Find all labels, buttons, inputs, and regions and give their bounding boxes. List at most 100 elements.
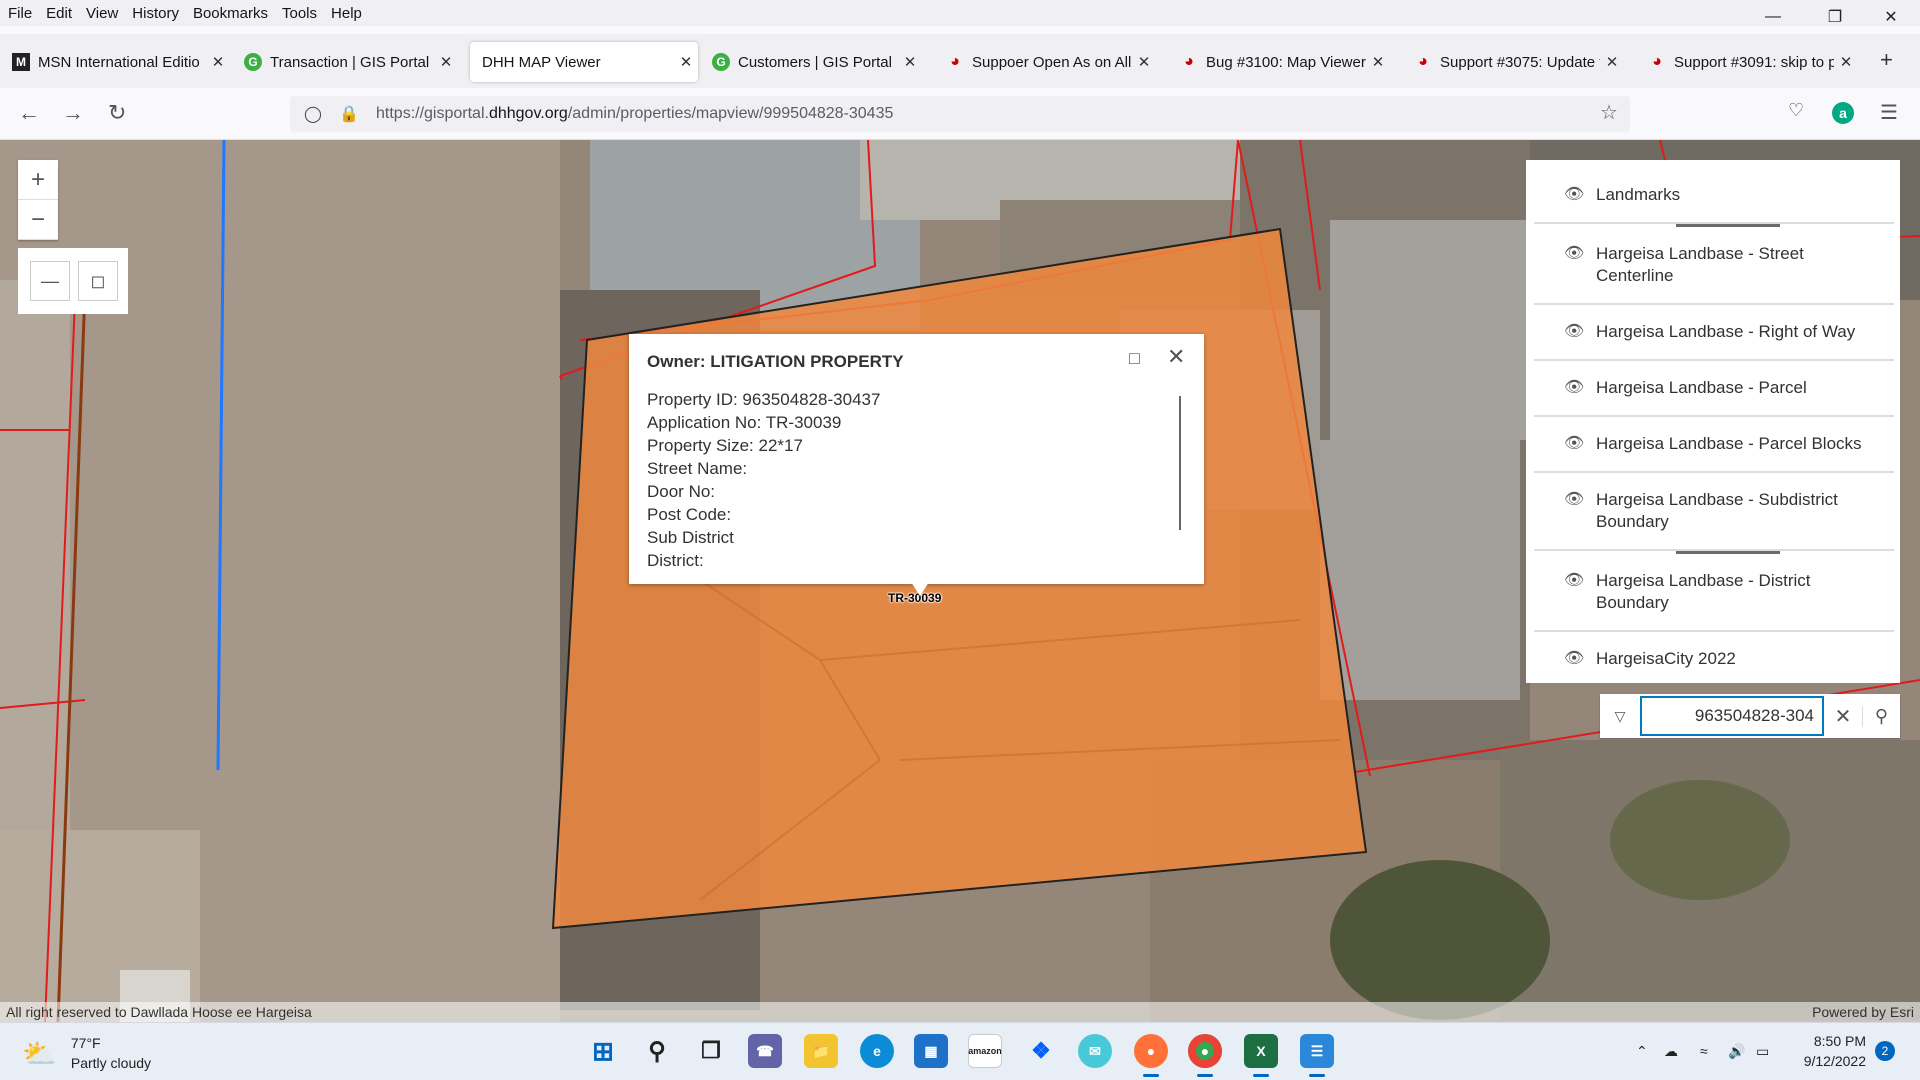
menu-file[interactable]: File <box>2 5 38 22</box>
new-tab-button[interactable]: + <box>1880 47 1893 73</box>
task-view-icon[interactable]: ❐ <box>694 1034 728 1068</box>
reload-icon[interactable]: ↻ <box>108 100 126 126</box>
clear-search-icon[interactable]: ✕ <box>1824 704 1862 729</box>
chrome-icon[interactable]: ● <box>1188 1034 1222 1077</box>
layer-item[interactable]: 👁 Hargeisa Landbase - Parcel <box>1534 361 1894 417</box>
edge-icon[interactable]: e <box>860 1034 894 1068</box>
menu-tools[interactable]: Tools <box>276 5 323 22</box>
partly-cloudy-icon: ⛅ <box>22 1037 57 1069</box>
eye-icon[interactable]: 👁 <box>1564 570 1584 592</box>
layer-item[interactable]: 👁 Hargeisa Landbase - Parcel Blocks <box>1534 417 1894 473</box>
powered-by-text[interactable]: Powered by Esri <box>1812 1004 1914 1020</box>
eye-icon[interactable]: 👁 <box>1564 648 1584 670</box>
menu-bookmarks[interactable]: Bookmarks <box>187 5 274 22</box>
taskbar: ⛅ 77°F Partly cloudy ⊞ ⚲ ❐ ☎ 📁 e ▦ amazo… <box>0 1022 1920 1080</box>
eye-icon[interactable]: 👁 <box>1564 321 1584 343</box>
tab-support-3075[interactable]: ◕ Support #3075: Update t ✕ <box>1402 42 1624 82</box>
close-tab-icon[interactable]: ✕ <box>674 53 698 71</box>
restore-button[interactable]: ❐ <box>1812 0 1858 34</box>
close-tab-icon[interactable]: ✕ <box>1834 53 1858 71</box>
layer-item[interactable]: 👁 Hargeisa Landbase - Street Centerline <box>1534 227 1894 305</box>
close-tab-icon[interactable]: ✕ <box>1132 53 1156 71</box>
menu-history[interactable]: History <box>126 5 185 22</box>
menu-edit[interactable]: Edit <box>40 5 78 22</box>
map-view[interactable]: + − — ◻ TR-30039 Owner: LITIGATION PROPE… <box>0 140 1920 1022</box>
layer-item[interactable]: 👁 HargeisaCity 2022 <box>1534 632 1894 683</box>
sub-district: Sub District <box>647 528 734 547</box>
dropbox-icon[interactable]: ❖ <box>1024 1034 1058 1068</box>
door-no: Door No: <box>647 482 716 501</box>
tab-suppoer-open[interactable]: ◕ Suppoer Open As on All ✕ <box>934 42 1156 82</box>
messaging-icon[interactable]: ✉ <box>1078 1034 1112 1068</box>
close-icon[interactable]: ✕ <box>1167 344 1185 370</box>
eye-icon[interactable]: 👁 <box>1564 377 1584 399</box>
firefox-icon[interactable]: ● <box>1134 1034 1168 1077</box>
file-explorer-icon[interactable]: 📁 <box>804 1034 838 1068</box>
notepad-icon[interactable]: ☰ <box>1300 1034 1334 1077</box>
close-tab-icon[interactable]: ✕ <box>206 53 230 71</box>
close-tab-icon[interactable]: ✕ <box>1366 53 1390 71</box>
popup-scrollbar[interactable] <box>1179 396 1181 530</box>
tab-bug-3100[interactable]: ◕ Bug #3100: Map Viewer ✕ <box>1168 42 1390 82</box>
lock-icon[interactable]: 🔒 <box>336 104 362 124</box>
tab-bar: M MSN International Editio ✕ G Transacti… <box>0 34 1920 88</box>
draw-area-button[interactable]: ◻ <box>78 261 118 301</box>
tab-title: Support #3091: skip to p <box>1674 53 1834 71</box>
eye-icon[interactable]: 👁 <box>1564 184 1584 206</box>
store-icon[interactable]: ▦ <box>914 1034 948 1068</box>
tab-msn[interactable]: M MSN International Editio ✕ <box>0 42 230 82</box>
tab-support-3091[interactable]: ◕ Support #3091: skip to p ✕ <box>1636 42 1858 82</box>
close-window-button[interactable]: ✕ <box>1868 0 1914 34</box>
wifi-icon[interactable]: ≈ <box>1700 1043 1708 1059</box>
shield-icon[interactable]: ◯ <box>300 104 326 124</box>
zoom-out-button[interactable]: − <box>18 200 58 240</box>
bookmark-star-icon[interactable]: ☆ <box>1600 100 1618 125</box>
eye-icon[interactable]: 👁 <box>1564 489 1584 511</box>
onedrive-icon[interactable]: ☁ <box>1664 1043 1678 1060</box>
tab-dhh-map-viewer[interactable]: DHH MAP Viewer ✕ <box>470 42 698 82</box>
layer-item[interactable]: 👁 Hargeisa Landbase - Right of Way <box>1534 305 1894 361</box>
start-icon[interactable]: ⊞ <box>586 1034 620 1068</box>
tab-title: Transaction | GIS Portal <box>270 53 430 71</box>
search-icon[interactable]: ⚲ <box>1862 705 1900 727</box>
excel-icon[interactable]: X <box>1244 1034 1278 1077</box>
draw-line-button[interactable]: — <box>30 261 70 301</box>
address-bar[interactable]: ◯ 🔒 https://gisportal.dhhgov.org/admin/p… <box>290 96 1630 132</box>
close-tab-icon[interactable]: ✕ <box>434 53 458 71</box>
close-tab-icon[interactable]: ✕ <box>898 53 922 71</box>
redmine-icon: ◕ <box>950 53 960 70</box>
weather-widget[interactable]: ⛅ 77°F Partly cloudy <box>22 1033 151 1073</box>
teams-chat-icon[interactable]: ☎ <box>748 1034 782 1068</box>
search-taskbar-icon[interactable]: ⚲ <box>640 1034 674 1068</box>
battery-icon[interactable]: ▭ <box>1756 1043 1769 1060</box>
search-source-dropdown-icon[interactable]: ▽ <box>1600 708 1640 725</box>
menu-hamburger-icon[interactable]: ☰ <box>1880 100 1898 125</box>
property-size: Property Size: 22*17 <box>647 436 803 455</box>
notification-badge[interactable]: 2 <box>1875 1041 1895 1061</box>
maximize-icon[interactable]: □ <box>1129 348 1140 369</box>
forward-arrow-icon[interactable]: → <box>62 100 84 126</box>
pocket-icon[interactable]: ♡ <box>1788 100 1804 121</box>
close-tab-icon[interactable]: ✕ <box>1600 53 1624 71</box>
eye-icon[interactable]: 👁 <box>1564 243 1584 265</box>
volume-icon[interactable]: 🔊 <box>1728 1043 1745 1060</box>
zoom-control: + − <box>18 160 58 240</box>
back-arrow-icon[interactable]: ← <box>18 100 40 126</box>
menu-help[interactable]: Help <box>325 5 368 22</box>
account-avatar[interactable]: a <box>1832 102 1854 124</box>
layer-item[interactable]: 👁 Hargeisa Landbase - District Boundary <box>1534 554 1894 632</box>
menu-view[interactable]: View <box>80 5 124 22</box>
chevron-up-icon[interactable]: ⌃ <box>1636 1043 1648 1060</box>
zoom-in-button[interactable]: + <box>18 160 58 200</box>
minimize-button[interactable]: — <box>1750 0 1796 34</box>
layer-item[interactable]: 👁 Hargeisa Landbase - Subdistrict Boundar… <box>1534 473 1894 551</box>
layer-item[interactable]: 👁 Landmarks <box>1534 168 1894 224</box>
gis-portal-icon: G <box>712 53 730 71</box>
search-input[interactable] <box>1640 696 1824 736</box>
tab-transaction[interactable]: G Transaction | GIS Portal ✕ <box>232 42 458 82</box>
eye-icon[interactable]: 👁 <box>1564 433 1584 455</box>
clock[interactable]: 8:50 PM 9/12/2022 <box>1776 1031 1866 1071</box>
street-name: Street Name: <box>647 459 748 478</box>
tab-customers[interactable]: G Customers | GIS Portal ✕ <box>700 42 922 82</box>
amazon-icon[interactable]: amazon <box>968 1034 1002 1068</box>
